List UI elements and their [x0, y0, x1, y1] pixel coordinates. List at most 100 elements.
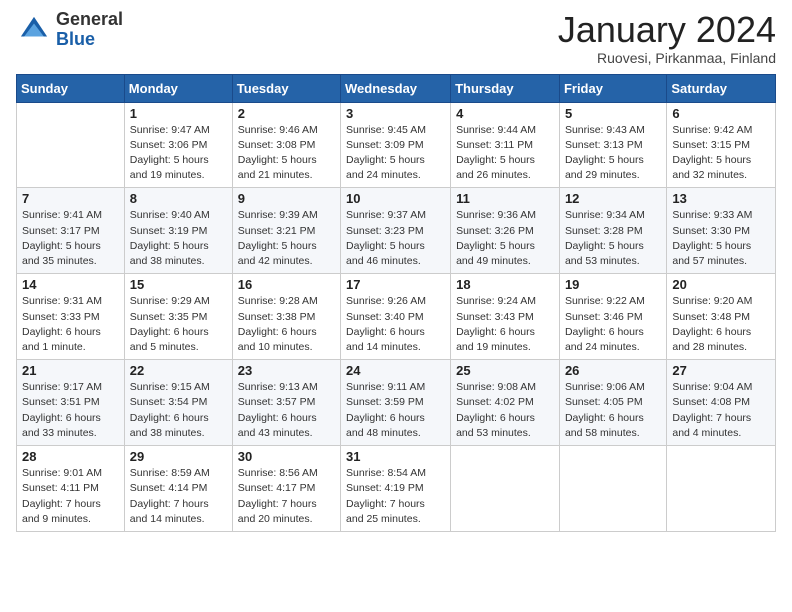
day-info: Sunrise: 9:36 AM Sunset: 3:26 PM Dayligh…: [456, 208, 554, 269]
logo-text: General Blue: [56, 10, 123, 50]
calendar-cell: 29 Sunrise: 8:59 AM Sunset: 4:14 PM Dayli…: [124, 446, 232, 532]
day-number: 28: [22, 449, 119, 464]
day-info: Sunrise: 9:44 AM Sunset: 3:11 PM Dayligh…: [456, 123, 554, 184]
day-info: Sunrise: 9:42 AM Sunset: 3:15 PM Dayligh…: [672, 123, 770, 184]
day-number: 9: [238, 191, 335, 206]
day-number: 15: [130, 277, 227, 292]
calendar-cell: [17, 102, 125, 188]
calendar-week-row: 28 Sunrise: 9:01 AM Sunset: 4:11 PM Dayli…: [17, 446, 776, 532]
day-number: 5: [565, 106, 661, 121]
day-info: Sunrise: 9:33 AM Sunset: 3:30 PM Dayligh…: [672, 208, 770, 269]
day-info: Sunrise: 9:39 AM Sunset: 3:21 PM Dayligh…: [238, 208, 335, 269]
day-number: 26: [565, 363, 661, 378]
weekday-header: Tuesday: [232, 74, 340, 102]
calendar-cell: 12Sunrise: 9:34 AM Sunset: 3:28 PM Dayli…: [559, 188, 666, 274]
day-info: Sunrise: 9:15 AM Sunset: 3:54 PM Dayligh…: [130, 380, 227, 441]
weekday-header: Saturday: [667, 74, 776, 102]
day-number: 31: [346, 449, 445, 464]
day-number: 24: [346, 363, 445, 378]
day-info: Sunrise: 9:20 AM Sunset: 3:48 PM Dayligh…: [672, 294, 770, 355]
day-number: 2: [238, 106, 335, 121]
day-number: 3: [346, 106, 445, 121]
day-number: 16: [238, 277, 335, 292]
calendar-cell: 23Sunrise: 9:13 AM Sunset: 3:57 PM Dayli…: [232, 360, 340, 446]
calendar-cell: 10Sunrise: 9:37 AM Sunset: 3:23 PM Dayli…: [341, 188, 451, 274]
calendar-header-row: SundayMondayTuesdayWednesdayThursdayFrid…: [17, 74, 776, 102]
header: General Blue January 2024 Ruovesi, Pirka…: [16, 10, 776, 66]
day-info: Sunrise: 9:41 AM Sunset: 3:17 PM Dayligh…: [22, 208, 119, 269]
day-info: Sunrise: 9:11 AM Sunset: 3:59 PM Dayligh…: [346, 380, 445, 441]
day-number: 23: [238, 363, 335, 378]
day-number: 30: [238, 449, 335, 464]
logo: General Blue: [16, 10, 123, 50]
day-number: 7: [22, 191, 119, 206]
location-subtitle: Ruovesi, Pirkanmaa, Finland: [558, 50, 776, 66]
calendar-cell: [667, 446, 776, 532]
day-info: Sunrise: 9:01 AM Sunset: 4:11 PM Dayligh…: [22, 466, 119, 527]
day-info: Sunrise: 9:31 AM Sunset: 3:33 PM Dayligh…: [22, 294, 119, 355]
day-info: Sunrise: 9:46 AM Sunset: 3:08 PM Dayligh…: [238, 123, 335, 184]
calendar-cell: 6 Sunrise: 9:42 AM Sunset: 3:15 PM Daylig…: [667, 102, 776, 188]
calendar-cell: 3 Sunrise: 9:45 AM Sunset: 3:09 PM Daylig…: [341, 102, 451, 188]
day-info: Sunrise: 8:54 AM Sunset: 4:19 PM Dayligh…: [346, 466, 445, 527]
day-info: Sunrise: 9:06 AM Sunset: 4:05 PM Dayligh…: [565, 380, 661, 441]
calendar-cell: 4 Sunrise: 9:44 AM Sunset: 3:11 PM Daylig…: [451, 102, 560, 188]
logo-blue-text: Blue: [56, 30, 123, 50]
calendar-cell: 16 Sunrise: 9:28 AM Sunset: 3:38 PM Dayli…: [232, 274, 340, 360]
calendar-cell: 13Sunrise: 9:33 AM Sunset: 3:30 PM Dayli…: [667, 188, 776, 274]
calendar-cell: 14Sunrise: 9:31 AM Sunset: 3:33 PM Dayli…: [17, 274, 125, 360]
weekday-header: Wednesday: [341, 74, 451, 102]
calendar-cell: 17Sunrise: 9:26 AM Sunset: 3:40 PM Dayli…: [341, 274, 451, 360]
day-info: Sunrise: 9:04 AM Sunset: 4:08 PM Dayligh…: [672, 380, 770, 441]
calendar-cell: 5 Sunrise: 9:43 AM Sunset: 3:13 PM Daylig…: [559, 102, 666, 188]
calendar-cell: 24 Sunrise: 9:11 AM Sunset: 3:59 PM Dayli…: [341, 360, 451, 446]
calendar-cell: 20 Sunrise: 9:20 AM Sunset: 3:48 PM Dayli…: [667, 274, 776, 360]
calendar-cell: 9 Sunrise: 9:39 AM Sunset: 3:21 PM Daylig…: [232, 188, 340, 274]
calendar-week-row: 21Sunrise: 9:17 AM Sunset: 3:51 PM Dayli…: [17, 360, 776, 446]
day-info: Sunrise: 9:17 AM Sunset: 3:51 PM Dayligh…: [22, 380, 119, 441]
calendar-cell: 1Sunrise: 9:47 AM Sunset: 3:06 PM Daylig…: [124, 102, 232, 188]
day-number: 11: [456, 191, 554, 206]
day-info: Sunrise: 9:40 AM Sunset: 3:19 PM Dayligh…: [130, 208, 227, 269]
calendar-cell: 21Sunrise: 9:17 AM Sunset: 3:51 PM Dayli…: [17, 360, 125, 446]
calendar-cell: [559, 446, 666, 532]
calendar-week-row: 14Sunrise: 9:31 AM Sunset: 3:33 PM Dayli…: [17, 274, 776, 360]
day-info: Sunrise: 9:24 AM Sunset: 3:43 PM Dayligh…: [456, 294, 554, 355]
calendar-cell: 15 Sunrise: 9:29 AM Sunset: 3:35 PM Dayli…: [124, 274, 232, 360]
day-number: 25: [456, 363, 554, 378]
calendar-cell: 30 Sunrise: 8:56 AM Sunset: 4:17 PM Dayli…: [232, 446, 340, 532]
title-block: January 2024 Ruovesi, Pirkanmaa, Finland: [558, 10, 776, 66]
day-info: Sunrise: 9:29 AM Sunset: 3:35 PM Dayligh…: [130, 294, 227, 355]
calendar-cell: 7 Sunrise: 9:41 AM Sunset: 3:17 PM Daylig…: [17, 188, 125, 274]
day-number: 10: [346, 191, 445, 206]
day-number: 6: [672, 106, 770, 121]
calendar-table: SundayMondayTuesdayWednesdayThursdayFrid…: [16, 74, 776, 532]
calendar-cell: 8Sunrise: 9:40 AM Sunset: 3:19 PM Daylig…: [124, 188, 232, 274]
month-title: January 2024: [558, 10, 776, 50]
day-number: 20: [672, 277, 770, 292]
calendar-cell: 28 Sunrise: 9:01 AM Sunset: 4:11 PM Dayli…: [17, 446, 125, 532]
calendar-cell: [451, 446, 560, 532]
page: General Blue January 2024 Ruovesi, Pirka…: [0, 0, 792, 612]
day-number: 29: [130, 449, 227, 464]
calendar-cell: 19 Sunrise: 9:22 AM Sunset: 3:46 PM Dayli…: [559, 274, 666, 360]
calendar-cell: 2 Sunrise: 9:46 AM Sunset: 3:08 PM Daylig…: [232, 102, 340, 188]
day-info: Sunrise: 8:59 AM Sunset: 4:14 PM Dayligh…: [130, 466, 227, 527]
day-number: 22: [130, 363, 227, 378]
day-info: Sunrise: 8:56 AM Sunset: 4:17 PM Dayligh…: [238, 466, 335, 527]
calendar-cell: 27Sunrise: 9:04 AM Sunset: 4:08 PM Dayli…: [667, 360, 776, 446]
day-number: 4: [456, 106, 554, 121]
day-number: 18: [456, 277, 554, 292]
calendar-cell: 26 Sunrise: 9:06 AM Sunset: 4:05 PM Dayli…: [559, 360, 666, 446]
weekday-header: Monday: [124, 74, 232, 102]
logo-icon: [16, 12, 52, 48]
day-number: 19: [565, 277, 661, 292]
day-info: Sunrise: 9:22 AM Sunset: 3:46 PM Dayligh…: [565, 294, 661, 355]
day-number: 12: [565, 191, 661, 206]
day-info: Sunrise: 9:45 AM Sunset: 3:09 PM Dayligh…: [346, 123, 445, 184]
calendar-week-row: 1Sunrise: 9:47 AM Sunset: 3:06 PM Daylig…: [17, 102, 776, 188]
day-info: Sunrise: 9:43 AM Sunset: 3:13 PM Dayligh…: [565, 123, 661, 184]
day-info: Sunrise: 9:28 AM Sunset: 3:38 PM Dayligh…: [238, 294, 335, 355]
calendar-cell: 31 Sunrise: 8:54 AM Sunset: 4:19 PM Dayli…: [341, 446, 451, 532]
weekday-header: Sunday: [17, 74, 125, 102]
